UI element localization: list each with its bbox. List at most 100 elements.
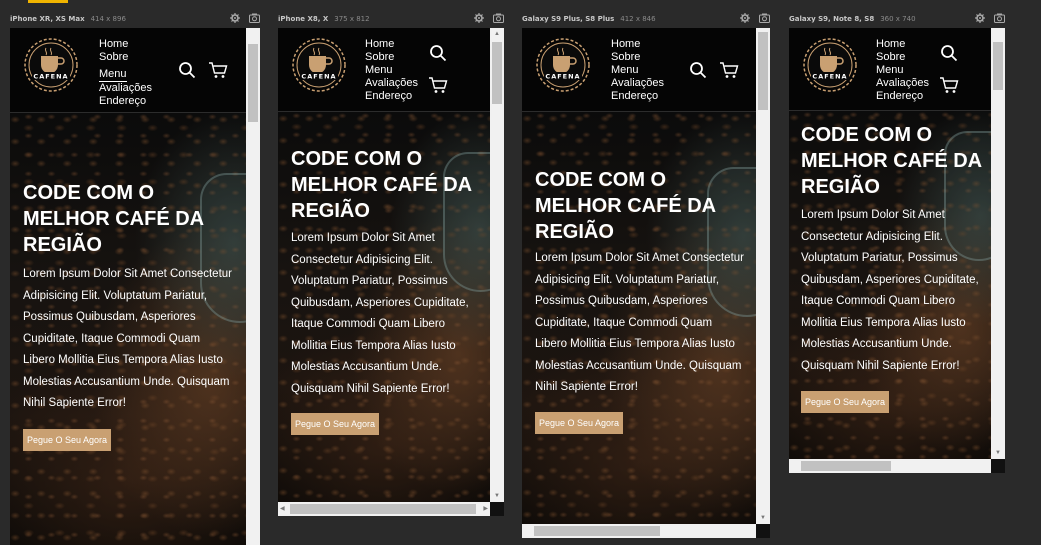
hero-title: CODE COM O MELHOR CAFÉ DA REGIÃO xyxy=(23,182,204,256)
device-frame: CAFENA Home Sobre Menu Avaliações Endere… xyxy=(789,28,1005,473)
scroll-down-arrow[interactable]: ▼ xyxy=(494,492,500,500)
scroll-thumb[interactable] xyxy=(492,42,502,104)
nav-item-endereco[interactable]: Endereço xyxy=(365,90,418,103)
scroll-thumb-horizontal[interactable] xyxy=(534,526,660,536)
vertical-scrollbar[interactable]: ▼ xyxy=(756,28,770,524)
gear-icon[interactable] xyxy=(740,13,750,23)
nav-item-avaliacoes[interactable]: Avaliações xyxy=(876,77,929,90)
site-viewport: CAFENA Home Sobre Menu Avaliações Endere… xyxy=(10,28,246,545)
search-icon[interactable] xyxy=(178,61,196,79)
logo-text: CAFENA xyxy=(33,73,68,81)
cart-icon[interactable] xyxy=(428,76,448,94)
device-name: Galaxy S9 Plus, S8 Plus xyxy=(522,15,615,23)
nav-item-sobre[interactable]: Sobre xyxy=(99,51,152,64)
cafena-logo[interactable]: CAFENA xyxy=(801,36,859,94)
device-preview-galaxy-s9: Galaxy S9, Note 8, S8 360 x 740 CAFENA H… xyxy=(789,0,1005,545)
device-frame: CAFENA Home Sobre Menu Avaliações Endere… xyxy=(10,28,260,545)
scroll-thumb-horizontal[interactable] xyxy=(801,461,891,471)
nav-item-avaliacoes[interactable]: Avaliações xyxy=(365,77,418,90)
device-toolbar: Galaxy S9, Note 8, S8 360 x 740 xyxy=(789,10,1005,28)
device-preview-galaxy-s9-plus: Galaxy S9 Plus, S8 Plus 412 x 846 CAFENA xyxy=(522,0,770,545)
cta-button[interactable]: Pegue O Seu Agora xyxy=(535,412,623,434)
device-preview-iphone-xr: iPhone XR, XS Max 414 x 896 CAFENA Home xyxy=(10,0,260,545)
scroll-thumb[interactable] xyxy=(248,44,258,122)
device-frame: CAFENA Home Sobre Menu Avaliações Endere… xyxy=(522,28,770,538)
search-icon[interactable] xyxy=(689,61,707,79)
nav-item-sobre[interactable]: Sobre xyxy=(876,51,929,64)
hero-title: CODE COM O MELHOR CAFÉ DA REGIÃO xyxy=(535,169,716,243)
nav-item-avaliacoes[interactable]: Avaliações xyxy=(99,82,152,95)
site-header: CAFENA Home Sobre Menu Avaliações Endere… xyxy=(789,28,991,111)
cafena-logo[interactable]: CAFENA xyxy=(534,36,592,94)
cafena-logo[interactable]: CAFENA xyxy=(290,36,348,94)
nav-item-avaliacoes[interactable]: Avaliações xyxy=(611,77,664,90)
gear-icon[interactable] xyxy=(474,13,484,23)
nav-item-home[interactable]: Home xyxy=(99,38,152,51)
hero-title: CODE COM O MELHOR CAFÉ DA REGIÃO xyxy=(291,148,472,222)
scroll-up-arrow[interactable]: ▲ xyxy=(494,30,500,38)
device-dimensions: 375 x 812 xyxy=(334,15,370,23)
nav-item-menu[interactable]: Menu xyxy=(611,64,664,77)
cart-icon[interactable] xyxy=(939,76,959,94)
scroll-down-arrow[interactable]: ▼ xyxy=(760,514,766,522)
scroll-down-arrow[interactable]: ▼ xyxy=(995,449,1001,457)
camera-icon[interactable] xyxy=(249,13,260,23)
hero-text: Lorem Ipsum Dolor Sit Amet Consectetur A… xyxy=(23,268,232,409)
scroll-thumb-horizontal[interactable] xyxy=(290,504,476,514)
nav-item-home[interactable]: Home xyxy=(611,38,664,51)
cta-button[interactable]: Pegue O Seu Agora xyxy=(291,413,379,435)
vertical-scrollbar[interactable]: ▲ ▼ xyxy=(490,28,504,502)
hero-text: Lorem Ipsum Dolor Sit Amet Consectetur A… xyxy=(801,209,979,372)
scroll-thumb[interactable] xyxy=(993,42,1003,90)
hero-text: Lorem Ipsum Dolor Sit Amet Consectetur A… xyxy=(535,252,744,393)
device-name: iPhone XR, XS Max xyxy=(10,15,85,23)
search-icon[interactable] xyxy=(940,44,958,62)
nav-item-sobre[interactable]: Sobre xyxy=(611,51,664,64)
hero-text: Lorem Ipsum Dolor Sit Amet Consectetur A… xyxy=(291,232,469,395)
hero-section: CODE COM O MELHOR CAFÉ DA REGIÃO Lorem I… xyxy=(789,111,991,459)
horizontal-scrollbar[interactable] xyxy=(522,524,756,538)
site-header: CAFENA Home Sobre Menu Avaliações Endere… xyxy=(522,28,756,112)
device-dimensions: 414 x 896 xyxy=(90,15,126,23)
nav-item-home[interactable]: Home xyxy=(876,38,929,51)
gear-icon[interactable] xyxy=(975,13,985,23)
vertical-scrollbar[interactable] xyxy=(246,28,260,545)
cafena-logo[interactable]: CAFENA xyxy=(22,36,80,94)
camera-icon[interactable] xyxy=(759,13,770,23)
cta-button[interactable]: Pegue O Seu Agora xyxy=(23,429,111,451)
cart-icon[interactable] xyxy=(208,61,228,79)
nav-item-menu[interactable]: Menu xyxy=(99,68,127,82)
device-dimensions: 412 x 846 xyxy=(620,15,656,23)
camera-icon[interactable] xyxy=(493,13,504,23)
device-frame: CAFENA Home Sobre Menu Avaliações Endere… xyxy=(278,28,504,516)
nav-item-menu[interactable]: Menu xyxy=(876,64,929,77)
site-viewport: CAFENA Home Sobre Menu Avaliações Endere… xyxy=(522,28,756,524)
nav-item-endereco[interactable]: Endereço xyxy=(611,90,664,103)
device-toolbar: iPhone X8, X 375 x 812 xyxy=(278,10,504,28)
scroll-right-arrow[interactable]: ▶ xyxy=(483,505,488,513)
hero-section: CODE COM O MELHOR CAFÉ DA REGIÃO Lorem I… xyxy=(10,113,246,545)
device-toolbar: Galaxy S9 Plus, S8 Plus 412 x 846 xyxy=(522,10,770,28)
horizontal-scrollbar[interactable]: ◀ ▶ xyxy=(278,502,490,516)
nav-menu: Home Sobre Menu Avaliações Endereço xyxy=(876,38,929,103)
search-icon[interactable] xyxy=(429,44,447,62)
logo-text: CAFENA xyxy=(301,73,336,81)
horizontal-scrollbar[interactable] xyxy=(789,459,991,473)
cta-button[interactable]: Pegue O Seu Agora xyxy=(801,391,889,413)
nav-item-sobre[interactable]: Sobre xyxy=(365,51,418,64)
logo-text: CAFENA xyxy=(545,73,580,81)
hero-title: CODE COM O MELHOR CAFÉ DA REGIÃO xyxy=(801,124,982,198)
vertical-scrollbar[interactable]: ▼ xyxy=(991,28,1005,459)
nav-item-endereco[interactable]: Endereço xyxy=(876,90,929,103)
nav-item-menu[interactable]: Menu xyxy=(365,64,418,77)
nav-item-endereco[interactable]: Endereço xyxy=(99,95,152,108)
cart-icon[interactable] xyxy=(719,61,739,79)
gear-icon[interactable] xyxy=(230,13,240,23)
nav-menu: Home Sobre Menu Avaliações Endereço xyxy=(99,38,152,108)
camera-icon[interactable] xyxy=(994,13,1005,23)
device-dimensions: 360 x 740 xyxy=(880,15,916,23)
scroll-thumb[interactable] xyxy=(758,32,768,110)
scroll-left-arrow[interactable]: ◀ xyxy=(280,505,285,513)
nav-item-home[interactable]: Home xyxy=(365,38,418,51)
site-viewport: CAFENA Home Sobre Menu Avaliações Endere… xyxy=(278,28,490,502)
